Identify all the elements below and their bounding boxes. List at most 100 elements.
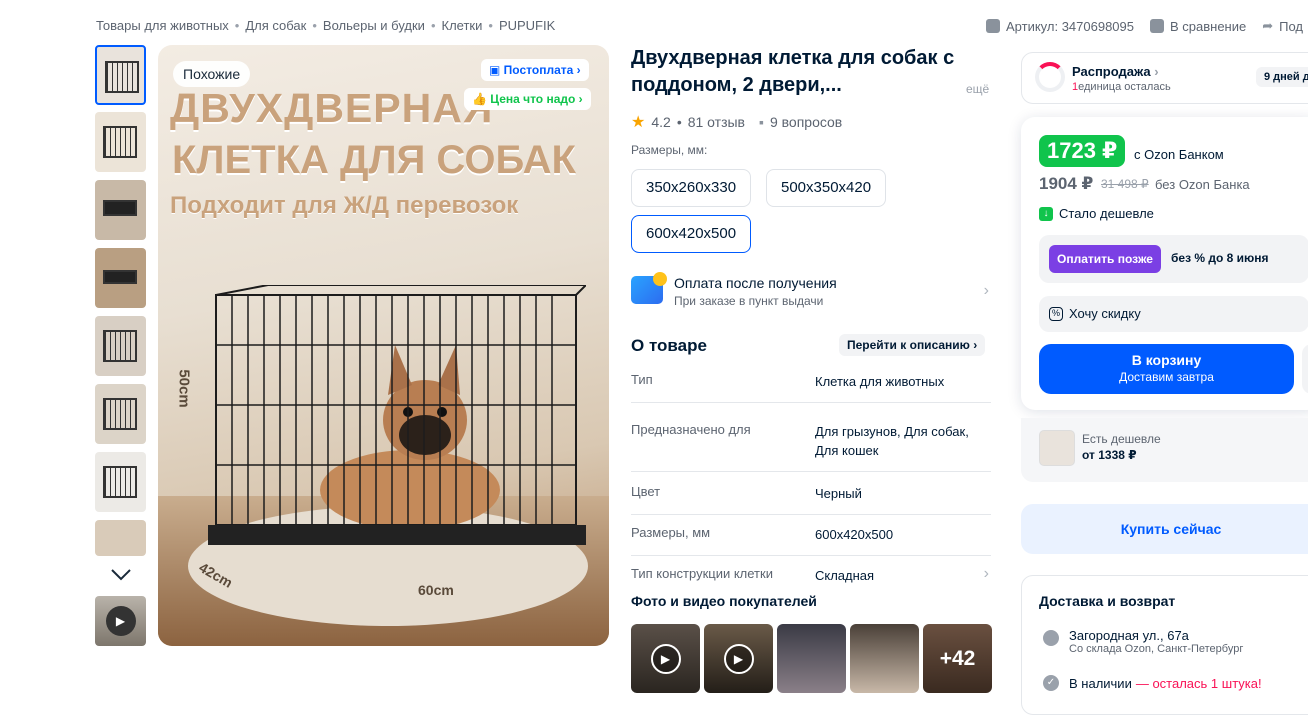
stock-warning: — осталась 1 штука! (1135, 675, 1262, 691)
delivery-address-text: Загородная ул., 67а (1069, 628, 1189, 643)
customer-media-title: Фото и видео покупателей (631, 593, 817, 609)
breadcrumb-item[interactable]: Вольеры и будки (323, 18, 425, 33)
header-actions: Артикул: 3470698095 В сравнение ➦ Под (986, 18, 1303, 34)
breadcrumb-item[interactable]: Для собак (245, 18, 306, 33)
image-headline: КЛЕТКА ДЛЯ СОБАК (172, 138, 576, 182)
chevron-right-icon: › (1154, 64, 1159, 79)
size-option[interactable]: 500x350x420 (766, 169, 887, 207)
cheaper-offer-title: Есть дешевле (1082, 432, 1161, 446)
breadcrumb-item[interactable]: PUPUFIK (499, 18, 555, 33)
bank-price-label: с Ozon Банком (1134, 147, 1224, 162)
postpay-label: Постоплата (503, 63, 574, 77)
good-price-label: Цена что надо (490, 92, 576, 106)
spec-value: Складная (815, 568, 875, 583)
title-more-link[interactable]: ещё (966, 82, 989, 96)
spec-row[interactable]: Тип конструкции клетки Складная › (631, 556, 991, 596)
add-to-cart-button[interactable]: В корзину Доставим завтра (1039, 344, 1294, 394)
breadcrumb-item[interactable]: Товары для животных (96, 18, 229, 33)
spec-key: Тип конструкции клетки (631, 566, 773, 581)
price-dropped: ↓ Стало дешевле (1039, 206, 1154, 221)
thumbnail[interactable] (95, 452, 146, 512)
product-title: Двухдверная клетка для собак с поддоном,… (631, 47, 955, 96)
about-title: О товаре (631, 336, 707, 355)
compare-button[interactable]: В сравнение (1150, 18, 1246, 34)
check-icon: ✓ (1043, 675, 1059, 691)
location-pin-icon (1043, 630, 1059, 646)
size-option-selected[interactable]: 600x420x500 (631, 215, 752, 253)
thumbs-up-icon: 👍 (472, 92, 491, 106)
shop-icon: ▣ (489, 63, 504, 77)
sale-progress-icon (1035, 62, 1065, 92)
article-text: Артикул: 3470698095 (1006, 18, 1134, 34)
share-label: Под (1279, 18, 1304, 34)
regular-price: 1904 ₽ (1039, 174, 1094, 193)
size-option[interactable]: 350x260x330 (631, 169, 752, 207)
want-discount[interactable]: % Хочу скидку (1049, 306, 1141, 321)
questions-count[interactable]: 9 вопросов (770, 114, 842, 130)
delivery-address[interactable]: Загородная ул., 67а Со склада Ozon, Санк… (1043, 628, 1243, 655)
thumbnail[interactable] (95, 384, 146, 444)
sale-left: 1единица осталась (1072, 81, 1171, 93)
customer-photo[interactable] (850, 624, 919, 693)
chevron-down-icon[interactable] (108, 566, 134, 584)
thumbnail[interactable] (95, 520, 146, 556)
add-to-cart-sublabel: Доставим завтра (1119, 370, 1214, 384)
pay-later-terms: без % до 8 июня (1171, 251, 1269, 265)
buy-now-button[interactable]: Купить сейчас (1021, 504, 1308, 554)
thumbnail[interactable] (95, 316, 146, 376)
goto-description-label: Перейти к описанию (847, 338, 970, 352)
customer-video[interactable]: ▶ (631, 624, 700, 693)
play-icon: ▶ (105, 606, 136, 636)
customer-media-more[interactable]: +42 (923, 624, 992, 693)
thumbnail[interactable] (95, 248, 146, 308)
reviews-count[interactable]: 81 отзыв (688, 114, 745, 130)
spec-row: Тип Клетка для животных (631, 362, 991, 403)
image-headline: ДВУХДВЕРНАЯ (170, 85, 494, 131)
image-subheadline: Подходит для Ж/Д перевозок (170, 192, 519, 219)
customer-photo[interactable] (777, 624, 846, 693)
thumbnail[interactable] (95, 180, 146, 240)
payment-after-receipt[interactable]: Оплата после получения При заказе в пунк… (631, 272, 991, 312)
goto-description-button[interactable]: Перейти к описанию › (839, 334, 986, 356)
article-number[interactable]: Артикул: 3470698095 (986, 18, 1134, 34)
breadcrumb: Товары для животных • Для собак • Вольер… (96, 18, 555, 33)
questions-icon: ▪ (759, 114, 764, 130)
favorite-button[interactable] (1302, 344, 1308, 394)
video-thumbnail[interactable]: ▶ (95, 596, 146, 646)
breadcrumb-item[interactable]: Клетки (442, 18, 483, 33)
share-icon: ➦ (1262, 18, 1274, 33)
copy-icon (986, 19, 1000, 33)
rating-dot: • (676, 114, 682, 130)
thumbnail[interactable] (95, 45, 146, 105)
chevron-right-icon: › (983, 565, 989, 582)
thumbnail[interactable] (95, 112, 146, 172)
no-bank-label: без Ozon Банка (1155, 177, 1250, 192)
good-price-badge[interactable]: 👍 Цена что надо › (464, 88, 591, 110)
delivery-title: Доставка и возврат (1039, 593, 1176, 609)
spec-row: Предназначено для Для грызунов, Для собак… (631, 403, 991, 472)
postpay-badge[interactable]: ▣ Постоплата › (481, 59, 589, 81)
spec-value: 600x420x500 (815, 527, 894, 542)
sale-days-badge: 9 дней д (1256, 67, 1308, 87)
pay-later-button[interactable]: Оплатить позже (1049, 245, 1161, 273)
sale-title: Распродажа › (1072, 64, 1159, 79)
price-dropped-label: Стало дешевле (1059, 206, 1154, 221)
breadcrumb-separator: • (234, 18, 240, 33)
breadcrumb-separator: • (488, 18, 493, 33)
spec-row: Размеры, мм 600x420x500 (631, 515, 991, 556)
want-discount-label: Хочу скидку (1069, 306, 1141, 321)
rating-bar[interactable]: ★ 4.2 • 81 отзыв ▪ 9 вопросов (631, 112, 842, 132)
play-icon: ▶ (723, 643, 754, 674)
cheaper-offer-price: от 1338 ₽ (1082, 448, 1137, 462)
stock-status: ✓ В наличии — осталась 1 штука! (1043, 675, 1262, 691)
spec-value: Черный (815, 486, 862, 501)
arrow-down-icon: ↓ (1039, 206, 1053, 221)
discount-icon: % (1049, 306, 1063, 321)
sale-banner[interactable]: Распродажа › 1единица осталась 9 дней д (1021, 52, 1308, 104)
customer-video[interactable]: ▶ (704, 624, 773, 693)
bank-price: 1723 ₽ (1039, 135, 1126, 167)
similar-button[interactable]: Похожие (173, 61, 251, 87)
spec-key: Тип (631, 372, 653, 387)
share-button[interactable]: ➦ Под (1262, 18, 1303, 34)
stock-label: В наличии (1069, 675, 1132, 691)
